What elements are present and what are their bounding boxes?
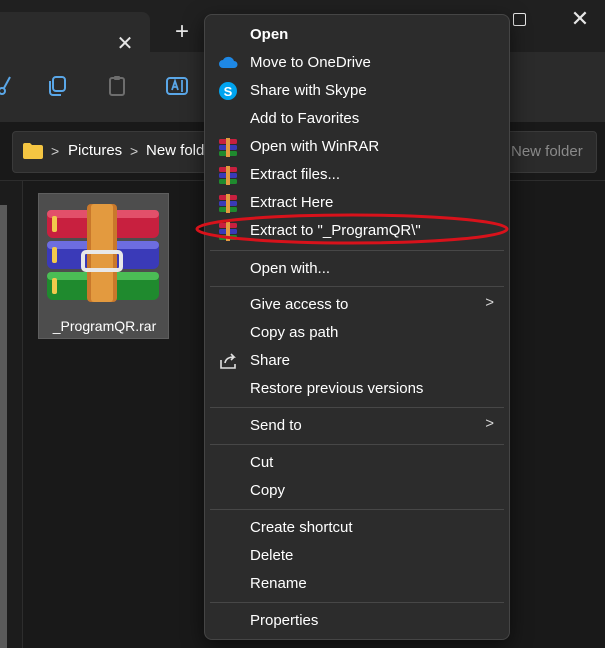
menu-item-add-to-favorites[interactable]: Add to Favorites bbox=[210, 105, 504, 133]
menu-item-label: Open with... bbox=[250, 260, 331, 277]
menu-item-label: Give access to bbox=[250, 296, 349, 313]
maximize-icon[interactable] bbox=[513, 13, 526, 26]
chevron-right-icon: > bbox=[485, 294, 494, 311]
menu-separator bbox=[210, 509, 504, 510]
menu-item-rename[interactable]: Rename bbox=[210, 570, 504, 598]
winrar-icon bbox=[219, 194, 237, 213]
menu-item-label: Open with WinRAR bbox=[250, 138, 380, 155]
menu-item-extract-files[interactable]: Extract files... bbox=[210, 161, 504, 189]
menu-item-label: Share bbox=[250, 352, 291, 369]
file-name: _ProgramQR.rar bbox=[52, 318, 157, 334]
menu-item-label: Copy bbox=[250, 482, 286, 499]
window-close-icon[interactable]: ✕ bbox=[568, 6, 592, 32]
cut-icon[interactable] bbox=[0, 74, 18, 98]
menu-item-restore-previous-versions[interactable]: Restore previous versions bbox=[210, 375, 504, 403]
rename-icon[interactable] bbox=[165, 74, 189, 98]
menu-item-create-shortcut[interactable]: Create shortcut bbox=[210, 514, 504, 542]
annotation-highlight-ellipse bbox=[195, 213, 509, 245]
menu-item-share[interactable]: Share bbox=[210, 347, 504, 375]
scrollbar[interactable] bbox=[0, 205, 7, 648]
new-tab-button[interactable]: + bbox=[168, 18, 196, 46]
menu-item-label: Extract Here bbox=[250, 194, 334, 211]
winrar-icon bbox=[219, 166, 237, 185]
svg-text:S: S bbox=[224, 84, 233, 99]
breadcrumb-pictures[interactable]: Pictures bbox=[68, 142, 122, 159]
menu-item-move-to-onedrive[interactable]: Move to OneDrive bbox=[210, 49, 504, 77]
search-input[interactable]: New folder bbox=[500, 131, 597, 173]
menu-separator bbox=[210, 250, 504, 251]
folder-icon bbox=[23, 143, 43, 159]
menu-item-label: Send to bbox=[250, 417, 302, 434]
paste-icon[interactable] bbox=[105, 74, 129, 98]
breadcrumb-separator: > bbox=[130, 143, 139, 159]
winrar-icon bbox=[219, 138, 237, 157]
menu-item-open-with[interactable]: Open with... bbox=[210, 255, 504, 283]
active-tab[interactable]: ✕ bbox=[0, 12, 150, 55]
menu-item-copy[interactable]: Copy bbox=[210, 477, 504, 505]
menu-item-label: Extract files... bbox=[250, 166, 341, 183]
chevron-right-icon: > bbox=[485, 415, 494, 432]
menu-item-label: Rename bbox=[250, 575, 307, 592]
menu-item-label: Restore previous versions bbox=[250, 380, 424, 397]
breadcrumb-new-folder[interactable]: New fold bbox=[146, 142, 204, 159]
context-menu: Open Move to OneDrive S Share with Skype… bbox=[204, 14, 510, 640]
menu-separator bbox=[210, 602, 504, 603]
breadcrumb-separator: > bbox=[51, 143, 60, 159]
search-placeholder: New folder bbox=[511, 143, 583, 160]
menu-item-label: Add to Favorites bbox=[250, 110, 360, 127]
menu-separator bbox=[210, 407, 504, 408]
menu-item-label: Open bbox=[250, 26, 289, 43]
menu-item-properties[interactable]: Properties bbox=[210, 607, 504, 635]
menu-item-label: Properties bbox=[250, 612, 319, 629]
menu-item-delete[interactable]: Delete bbox=[210, 542, 504, 570]
skype-icon: S bbox=[219, 82, 237, 100]
menu-item-share-with-skype[interactable]: S Share with Skype bbox=[210, 77, 504, 105]
menu-separator bbox=[210, 286, 504, 287]
menu-item-send-to[interactable]: Send to > bbox=[210, 412, 504, 440]
onedrive-icon bbox=[219, 56, 238, 68]
menu-separator bbox=[210, 444, 504, 445]
menu-item-label: Delete bbox=[250, 547, 294, 564]
menu-item-open[interactable]: Open bbox=[210, 21, 504, 49]
menu-item-label: Share with Skype bbox=[250, 82, 367, 99]
menu-item-copy-as-path[interactable]: Copy as path bbox=[210, 319, 504, 347]
menu-item-give-access-to[interactable]: Give access to > bbox=[210, 291, 504, 319]
copy-icon[interactable] bbox=[45, 74, 69, 98]
menu-item-label: Move to OneDrive bbox=[250, 54, 371, 71]
menu-item-open-with-winrar[interactable]: Open with WinRAR bbox=[210, 133, 504, 161]
menu-item-label: Copy as path bbox=[250, 324, 339, 341]
menu-item-label: Cut bbox=[250, 454, 274, 471]
share-icon bbox=[220, 353, 236, 369]
winrar-archive-icon bbox=[47, 204, 159, 302]
file-item[interactable]: _ProgramQR.rar bbox=[38, 193, 169, 339]
menu-item-label: Create shortcut bbox=[250, 519, 353, 536]
menu-item-cut[interactable]: Cut bbox=[210, 449, 504, 477]
